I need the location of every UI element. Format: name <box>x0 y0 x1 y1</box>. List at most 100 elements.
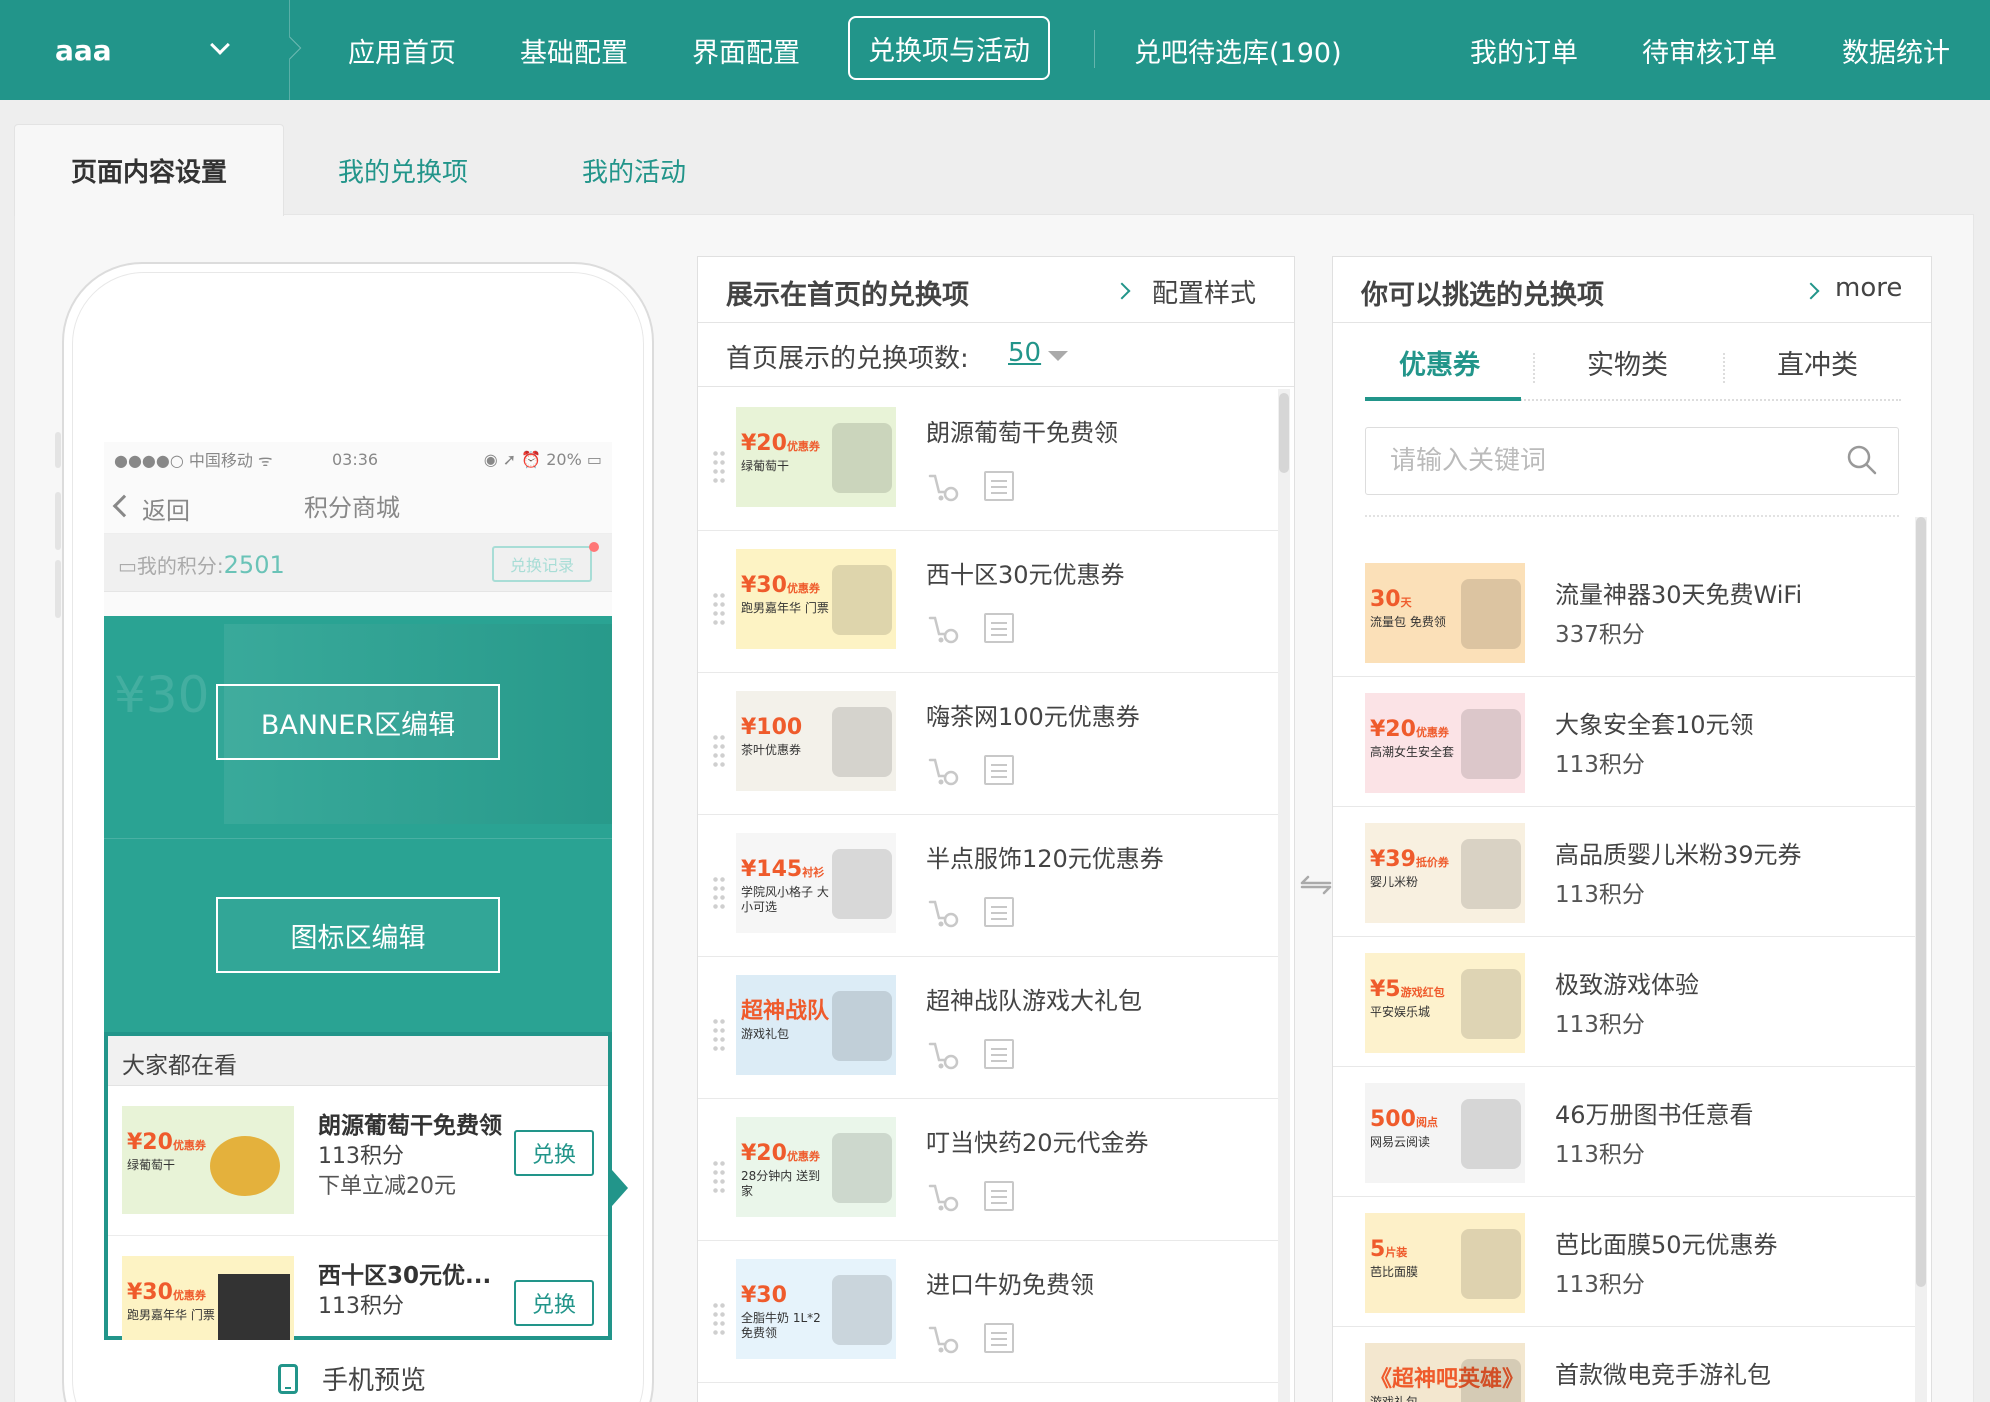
drag-handle-icon[interactable] <box>712 449 726 483</box>
nav-item-candidate-library[interactable]: 兑吧待选库(190) <box>1134 0 1342 100</box>
list-item[interactable]: 《超神吧英雄》 游戏礼包 首款微电竞手游礼包 113积分 <box>1333 1327 1915 1402</box>
tab-divider <box>1723 353 1725 383</box>
display-count-select[interactable]: 50 <box>1008 338 1041 368</box>
chevron-right-icon[interactable] <box>1113 282 1131 300</box>
table-row[interactable]: ¥145衬衫 学院风小格子 大小可选 半点服饰120元优惠券 <box>698 815 1278 957</box>
item-thumbnail: ¥30优惠券 跑男嘉年华 门票 <box>736 549 896 649</box>
points-bar: ▭我的积分:2501 兑换记录 <box>104 534 612 592</box>
tab-page-content[interactable]: 页面内容设置 <box>14 124 284 216</box>
active-tab-indicator <box>1365 397 1521 401</box>
category-tabs: 优惠券 实物类 直冲类 <box>1333 323 1931 403</box>
drag-handle-icon[interactable] <box>712 1017 726 1051</box>
panel-title: 展示在首页的兑换项 <box>726 280 969 311</box>
search-icon[interactable] <box>1846 444 1878 476</box>
homepage-items-panel: 展示在首页的兑换项 配置样式 首页展示的兑换项数: 50 ¥20优惠券 绿葡萄干… <box>697 256 1295 1402</box>
table-row[interactable]: ¥20优惠券 绿葡萄干 朗源葡萄干免费领 <box>698 389 1278 531</box>
drag-handle-icon[interactable] <box>712 1159 726 1193</box>
list-item[interactable]: 5片装 芭比面膜 芭比面膜50元优惠券 113积分 <box>1333 1197 1915 1327</box>
drag-handle-icon[interactable] <box>712 733 726 767</box>
more-link[interactable]: more <box>1835 273 1902 303</box>
search-input[interactable] <box>1390 442 1810 480</box>
thumb-subtitle: 平安娱乐城 <box>1370 1005 1431 1019</box>
table-row[interactable]: 超神战队 游戏礼包 超神战队游戏大礼包 <box>698 957 1278 1099</box>
nav-item-my-orders[interactable]: 我的订单 <box>1470 0 1578 100</box>
back-button[interactable]: 返回 <box>142 491 190 526</box>
table-row[interactable]: ¥100 茶叶优惠券 嗨茶网100元优惠券 <box>698 673 1278 815</box>
cart-icon[interactable] <box>928 471 960 503</box>
nav-item-pending-orders[interactable]: 待审核订单 <box>1642 0 1777 100</box>
product-graphic <box>1461 1359 1521 1402</box>
nav-item-exchange-activities[interactable]: 兑换项与活动 <box>848 16 1050 80</box>
scrollbar[interactable] <box>1278 389 1290 1402</box>
item-name: 进口牛奶免费领 <box>926 1271 1094 1299</box>
product-graphic <box>832 423 892 493</box>
tab-coupons[interactable]: 优惠券 <box>1399 343 1480 382</box>
drag-handle-icon[interactable] <box>712 591 726 625</box>
detail-icon[interactable] <box>984 1039 1014 1069</box>
item-thumbnail: 500阅点 网易云阅读 <box>1365 1083 1525 1183</box>
exchange-button[interactable]: 兑换 <box>514 1130 594 1176</box>
tab-physical-goods[interactable]: 实物类 <box>1587 343 1668 382</box>
thumb-price: 30天 <box>1370 587 1412 612</box>
list-item[interactable]: ¥39抵价券 婴儿米粉 高品质婴儿米粉39元券 113积分 <box>1333 807 1915 937</box>
list-item[interactable]: ¥30优惠券 跑男嘉年华 门票 西十区30元优... 113积分 兑换 <box>108 1236 608 1340</box>
cart-icon[interactable] <box>928 755 960 787</box>
item-desc: 下单立减20元 <box>318 1174 456 1199</box>
detail-icon[interactable] <box>984 613 1014 643</box>
nav-item-app-home[interactable]: 应用首页 <box>348 0 456 100</box>
back-chevron-icon[interactable] <box>112 494 136 518</box>
hot-section: 大家都在看 ¥20优惠券 绿葡萄干 朗源葡萄干免费领 113积分 下单立减20元… <box>104 1032 612 1340</box>
detail-icon[interactable] <box>984 755 1014 785</box>
exchange-record-button[interactable]: 兑换记录 <box>492 546 592 582</box>
chevron-right-icon[interactable] <box>1802 282 1820 300</box>
drag-handle-icon[interactable] <box>712 875 726 909</box>
list-item[interactable]: ¥20优惠券 绿葡萄干 朗源葡萄干免费领 113积分 下单立减20元 兑换 <box>108 1086 608 1236</box>
scrollbar-thumb[interactable] <box>1916 517 1926 1287</box>
nav-item-statistics[interactable]: 数据统计 <box>1842 0 1950 100</box>
tab-my-exchanges[interactable]: 我的兑换项 <box>338 124 468 216</box>
panel-header: 你可以挑选的兑换项 more <box>1333 257 1931 323</box>
list-item[interactable]: 500阅点 网易云阅读 46万册图书任意看 113积分 <box>1333 1067 1915 1197</box>
thumb-subtitle: 网易云阅读 <box>1370 1135 1431 1149</box>
table-row[interactable]: ¥20优惠券 28分钟内 送到家 叮当快药20元代金券 <box>698 1099 1278 1241</box>
nav-item-ui-config[interactable]: 界面配置 <box>692 0 800 100</box>
caret-down-icon[interactable] <box>1048 351 1068 361</box>
cart-icon[interactable] <box>928 1323 960 1355</box>
app-selector[interactable]: aaa <box>0 0 302 100</box>
banner-edit-button[interactable]: BANNER区编辑 <box>216 684 500 760</box>
swap-arrows-icon[interactable] <box>1296 870 1336 900</box>
thumb-price: ¥145衬衫 <box>741 857 825 882</box>
detail-icon[interactable] <box>984 1323 1014 1353</box>
tab-my-activities[interactable]: 我的活动 <box>582 124 686 216</box>
table-row[interactable]: ¥30优惠券 跑男嘉年华 门票 西十区30元优惠券 <box>698 531 1278 673</box>
poster-graphic <box>218 1274 290 1340</box>
cart-icon[interactable] <box>928 613 960 645</box>
icon-edit-button[interactable]: 图标区编辑 <box>216 897 500 973</box>
list-item[interactable]: ¥5游戏红包 平安娱乐城 极致游戏体验 113积分 <box>1333 937 1915 1067</box>
nav-item-basic-config[interactable]: 基础配置 <box>520 0 628 100</box>
thumb-subtitle: 婴儿米粉 <box>1370 875 1419 889</box>
config-style-link[interactable]: 配置样式 <box>1152 273 1256 310</box>
product-graphic <box>1461 1099 1521 1169</box>
detail-icon[interactable] <box>984 897 1014 927</box>
icon-zone: 图标区编辑 <box>104 838 612 1032</box>
scrollbar-thumb[interactable] <box>1279 393 1289 473</box>
thumb-price: ¥39抵价券 <box>1370 847 1449 872</box>
table-row[interactable]: ¥30 全脂牛奶 1L*2 免费领 进口牛奶免费领 <box>698 1241 1278 1383</box>
drag-handle-icon[interactable] <box>712 1301 726 1335</box>
exchange-button[interactable]: 兑换 <box>514 1280 594 1326</box>
tab-direct-recharge[interactable]: 直冲类 <box>1777 343 1858 382</box>
detail-icon[interactable] <box>984 1181 1014 1211</box>
item-name: 朗源葡萄干免费领 <box>318 1113 502 1139</box>
phone-preview-link[interactable]: 手机预览 <box>278 1360 426 1397</box>
detail-icon[interactable] <box>984 471 1014 501</box>
scrollbar[interactable] <box>1915 517 1927 1402</box>
cart-icon[interactable] <box>928 1181 960 1213</box>
list-item[interactable]: ¥20优惠券 高潮女生安全套 大象安全套10元领 113积分 <box>1333 677 1915 807</box>
list-item[interactable]: 30天 流量包 免费领 流量神器30天免费WiFi 337积分 <box>1333 547 1915 677</box>
cart-icon[interactable] <box>928 897 960 929</box>
thumb-subtitle: 芭比面膜 <box>1370 1265 1419 1279</box>
thumb-price: ¥5游戏红包 <box>1370 977 1445 1002</box>
cart-icon[interactable] <box>928 1039 960 1071</box>
thumb-subtitle: 游戏礼包 <box>741 1027 790 1041</box>
